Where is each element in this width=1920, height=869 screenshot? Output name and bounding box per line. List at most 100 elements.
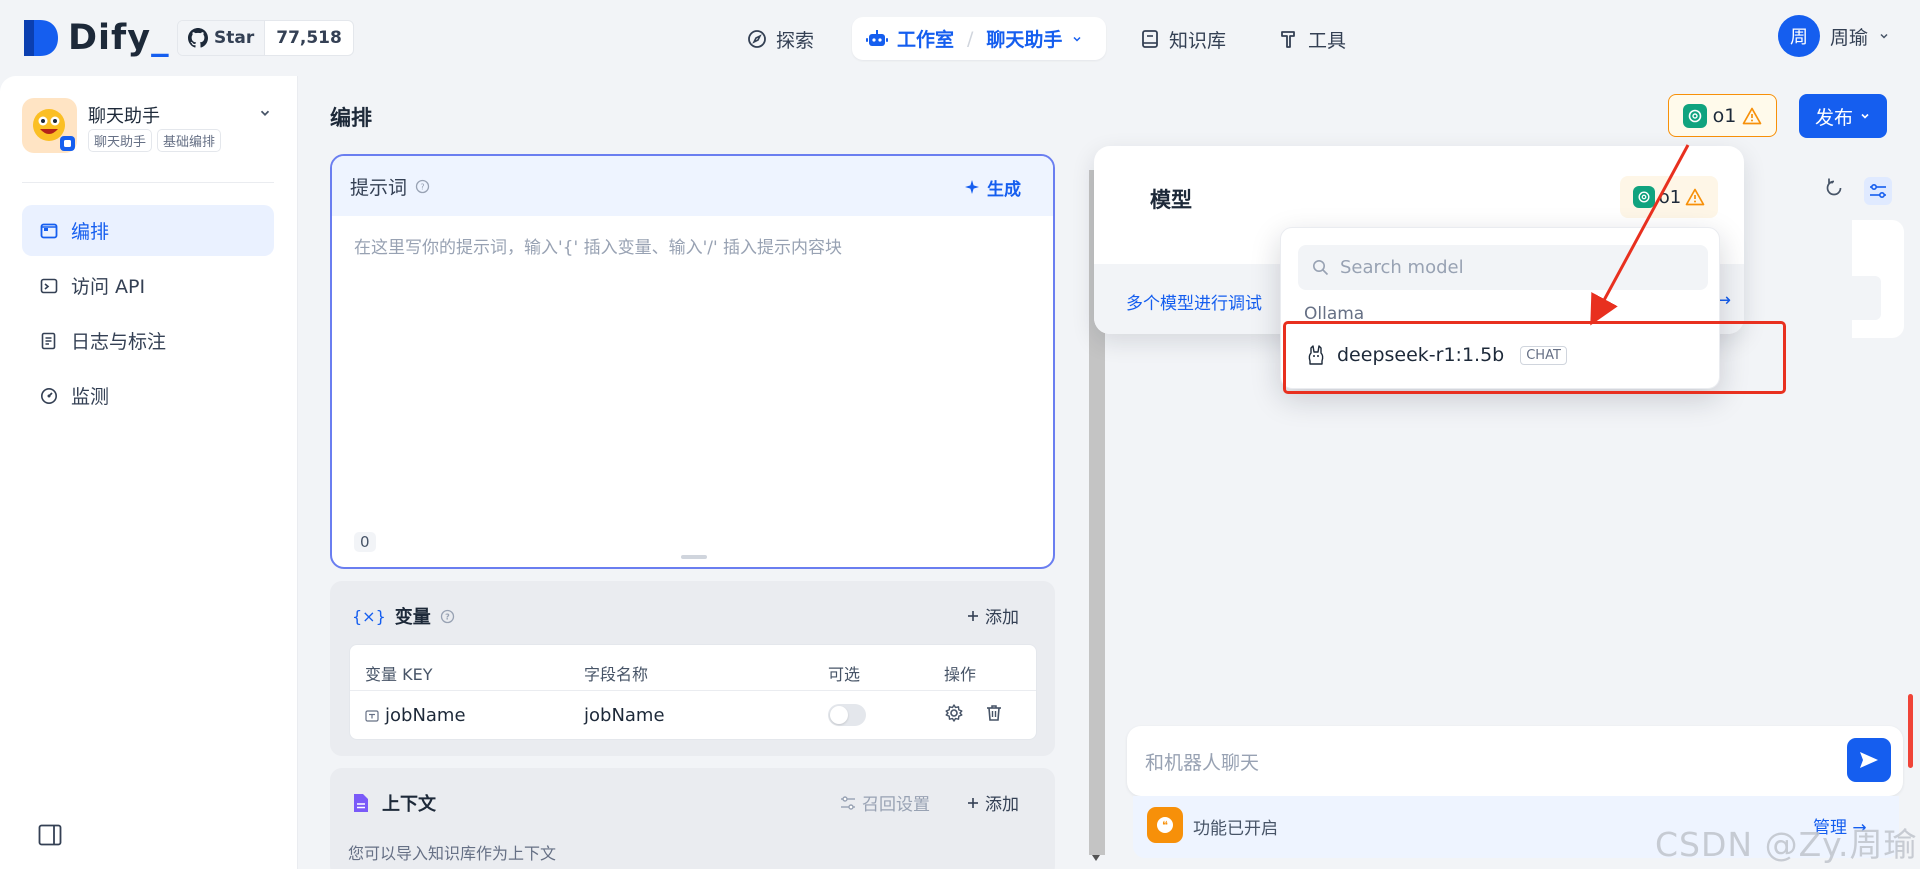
app-header[interactable]: 聊天助手 聊天助手 基础编排 [22,98,276,158]
context-title: 上下文 [382,794,436,815]
app-name: 聊天助手 [88,106,160,127]
debug-settings-icon[interactable] [1864,177,1892,205]
features-enabled-label: 功能已开启 [1193,819,1278,839]
model-selector-button[interactable]: o1 [1668,94,1777,137]
variable-key: jobName [385,705,466,726]
github-star-button[interactable]: Star [178,21,265,55]
resize-handle[interactable] [681,555,707,559]
nav-studio[interactable]: 工作室 / 聊天助手 [852,17,1106,60]
app-type-tag: 聊天助手 [88,129,153,152]
log-icon [40,332,58,350]
search-icon [1312,259,1329,276]
page-title: 编排 [330,106,372,130]
settings-button[interactable] [944,703,964,723]
scroll-down-arrow-icon[interactable] [1092,855,1100,861]
chevron-down-icon[interactable] [1071,33,1083,45]
table-row-key: jobName [365,705,466,726]
gear-icon[interactable] [944,703,964,723]
watermark: CSDN @Zy.周瑜 [1655,825,1918,864]
avatar[interactable]: 周 [1778,15,1820,57]
help-icon[interactable]: ? [415,179,430,194]
prompt-input[interactable]: 在这里写你的提示词，输入'{' 插入变量、输入'/' 插入提示内容块 [354,233,842,258]
add-label: 添加 [985,608,1019,628]
terminal-icon [40,277,58,295]
chevron-down-icon [1859,110,1871,122]
nav-knowledge-label: 知识库 [1169,29,1227,52]
plus-icon [966,796,980,810]
optional-toggle[interactable] [828,704,866,726]
sidebar-item-orchestrate[interactable]: 编排 [22,205,274,256]
sidebar-item-monitor[interactable]: 监测 [22,370,274,421]
nav-current-app[interactable]: 聊天助手 [986,25,1062,52]
send-button[interactable] [1847,738,1891,782]
chat-input[interactable]: 和机器人聊天 [1145,748,1259,775]
warning-icon [1742,107,1762,125]
app-sidebar: 聊天助手 聊天助手 基础编排 编排 访问 API 日志与标注 监测 [0,76,298,869]
dify-logo[interactable]: Dify_ [22,18,170,58]
collapse-sidebar-icon[interactable] [38,824,62,846]
nav-tools[interactable]: 工具 [1279,18,1346,60]
multi-model-debug-link[interactable]: 多个模型进行调试 [1126,289,1262,314]
sidebar-item-label: 访问 API [71,276,146,298]
popup-model-selector[interactable]: o1 [1620,176,1718,218]
hammer-icon [1279,29,1299,49]
model-search-input[interactable]: Search model [1298,245,1708,290]
sidebar-item-api[interactable]: 访问 API [22,260,274,311]
recall-settings-button[interactable]: 召回设置 [840,790,930,815]
chat-input-box[interactable]: 和机器人聊天 [1127,726,1903,796]
variable-name: jobName [584,705,665,726]
chevron-down-icon[interactable] [1878,30,1890,42]
delete-button[interactable] [984,703,1004,723]
variables-title: 变量 [394,607,431,628]
column-header: 变量 KEY [365,665,433,684]
prompt-header: 提示词 ? 生成 [332,156,1053,216]
column-header: 操作 [944,665,977,684]
debug-toolbar [1823,177,1892,205]
svg-text:?: ? [445,612,450,621]
variables-card: {×} 变量 ? 添加 变量 KEY 字段名称 可选 操作 jobName jo… [330,581,1055,756]
add-variable-button[interactable]: 添加 [966,603,1019,628]
github-star-label: Star [214,28,255,48]
sidebar-divider [22,182,274,183]
refresh-icon[interactable] [1823,177,1845,205]
sidebar-item-logs[interactable]: 日志与标注 [22,315,274,366]
column-header: 字段名称 [584,665,649,684]
sidebar-item-label: 日志与标注 [71,331,167,353]
nav-tools-label: 工具 [1308,29,1347,52]
app-mode-tag: 基础编排 [157,129,222,152]
help-icon[interactable]: ? [440,609,455,624]
compass-icon [747,29,767,49]
model-name: o1 [1658,186,1682,208]
generate-prompt-button[interactable]: 生成 [964,175,1021,200]
trash-icon[interactable] [984,703,1004,723]
send-icon [1858,749,1880,771]
recall-settings-label: 召回设置 [862,795,930,815]
publish-label: 发布 [1814,106,1853,129]
openai-icon [1682,103,1707,128]
user-menu[interactable]: 周 周瑜 [1778,15,1890,57]
model-name: o1 [1712,104,1737,127]
gauge-icon [40,387,58,405]
prompt-char-count: 0 [354,532,376,552]
nav-explore-label: 探索 [776,29,815,52]
app-emoji-icon [22,98,77,153]
github-star-count: 77,518 [264,21,353,55]
svg-text:❝: ❝ [1162,819,1168,832]
chevron-down-icon[interactable] [258,106,272,120]
openai-icon [1632,186,1655,208]
plus-icon [966,609,980,623]
context-card: 上下文 召回设置 添加 您可以导入知识库作为上下文 [330,768,1055,869]
dify-logo-text: Dify_ [68,18,170,58]
quote-icon: ❝ [1147,807,1183,843]
warning-icon [1685,188,1705,206]
table-divider [350,690,1036,691]
add-context-button[interactable]: 添加 [966,790,1019,815]
nav-explore[interactable]: 探索 [747,18,814,60]
robot-icon [866,29,888,49]
column-header: 可选 [828,665,861,684]
text-input-icon [365,709,379,723]
publish-button[interactable]: 发布 [1799,94,1887,138]
github-star-badge[interactable]: Star 77,518 [177,20,354,56]
nav-knowledge[interactable]: 知识库 [1140,18,1226,60]
sliders-icon [840,795,856,811]
